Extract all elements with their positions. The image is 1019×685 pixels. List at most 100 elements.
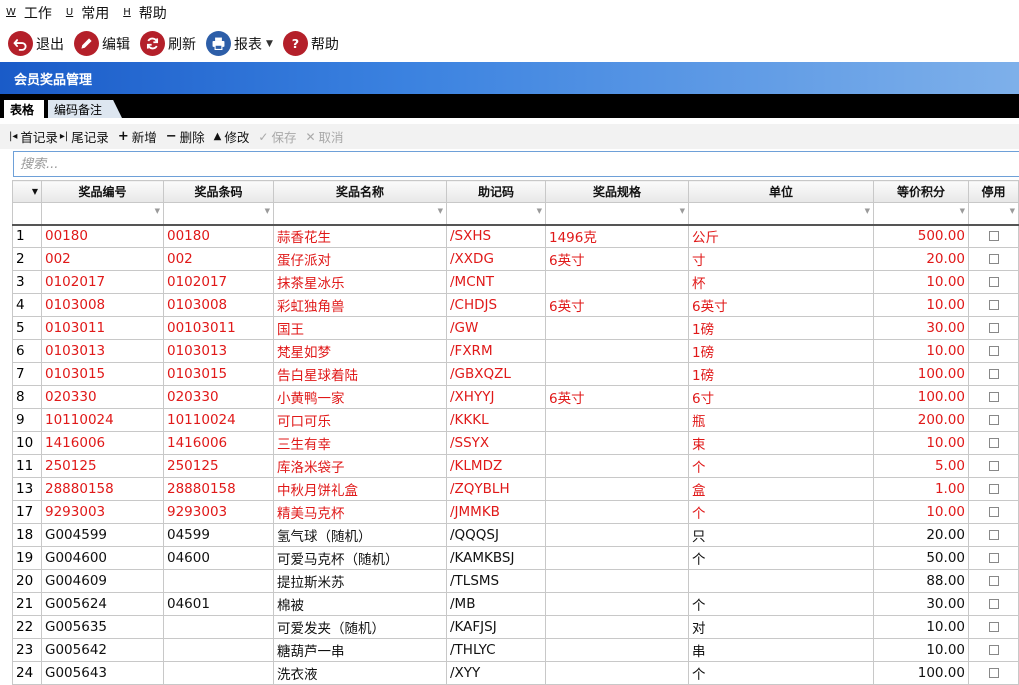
cell-mnemonic[interactable]: /XXDG: [446, 247, 546, 271]
cell-barcode[interactable]: 04600: [163, 546, 274, 570]
table-row[interactable]: 3 0102017 0102017 抹茶星冰乐/MCNT 杯 10.00: [12, 270, 1019, 294]
add-record-button[interactable]: + 新增: [118, 127, 157, 146]
cell-barcode[interactable]: 04599: [163, 523, 274, 547]
table-row[interactable]: 23 G005642 糖葫芦一串/THLYC 串 10.00: [12, 638, 1019, 662]
cell-spec[interactable]: [545, 339, 689, 363]
cell-unit[interactable]: 6寸: [688, 385, 874, 409]
cell-name[interactable]: 库洛米袋子: [273, 454, 447, 478]
cell-code[interactable]: 1416006: [41, 431, 164, 455]
filter-cell-name[interactable]: ▼: [273, 202, 447, 225]
row-number[interactable]: 10: [12, 431, 42, 455]
cell-code[interactable]: G005643: [41, 661, 164, 685]
cell-code[interactable]: 002: [41, 247, 164, 271]
disabled-checkbox[interactable]: [988, 576, 999, 586]
menu-work[interactable]: W 工作: [4, 3, 52, 23]
cell-unit[interactable]: 只: [688, 523, 874, 547]
cell-barcode[interactable]: 020330: [163, 385, 274, 409]
cell-mnemonic[interactable]: /GBXQZL: [446, 362, 546, 386]
cell-points[interactable]: 88.00: [873, 569, 969, 593]
tab-code-note[interactable]: 编码备注: [48, 100, 122, 118]
cell-code[interactable]: G005624: [41, 592, 164, 616]
table-row[interactable]: 20 G004609 提拉斯米苏/TLSMS 88.00: [12, 569, 1019, 593]
cell-barcode[interactable]: 9293003: [163, 500, 274, 524]
cell-mnemonic[interactable]: /QQQSJ: [446, 523, 546, 547]
filter-cell-points[interactable]: ▼: [873, 202, 969, 225]
cell-spec[interactable]: [545, 500, 689, 524]
delete-record-button[interactable]: − 删除: [166, 127, 205, 146]
cell-unit[interactable]: 1磅: [688, 362, 874, 386]
table-row[interactable]: 17 9293003 9293003 精美马克杯/JMMKB 个 10.00: [12, 500, 1019, 524]
cell-name[interactable]: 蒜香花生: [273, 224, 447, 248]
disabled-checkbox[interactable]: [988, 392, 999, 402]
cell-mnemonic[interactable]: /FXRM: [446, 339, 546, 363]
save-record-button[interactable]: ✓ 保存: [258, 127, 296, 146]
cell-unit[interactable]: 串: [688, 638, 874, 662]
cell-spec[interactable]: [545, 661, 689, 685]
filter-cell-code[interactable]: ▼: [41, 202, 164, 225]
cell-unit[interactable]: 瓶: [688, 408, 874, 432]
cell-points[interactable]: 10.00: [873, 638, 969, 662]
cancel-record-button[interactable]: ✕ 取消: [305, 127, 343, 146]
disabled-checkbox[interactable]: [988, 231, 999, 242]
cell-barcode[interactable]: 1416006: [163, 431, 274, 455]
table-row[interactable]: 2 002 002 蛋仔派对/XXDG 6英寸寸 20.00: [12, 247, 1019, 271]
cell-code[interactable]: G005642: [41, 638, 164, 662]
cell-barcode[interactable]: 10110024: [163, 408, 274, 432]
table-row[interactable]: 13 28880158 28880158 中秋月饼礼盒/ZQYBLH 盒 1.00: [12, 477, 1019, 501]
last-record-button[interactable]: ▸| 尾记录: [60, 127, 109, 146]
row-number[interactable]: 20: [12, 569, 42, 593]
cell-code[interactable]: 0103013: [41, 339, 164, 363]
cell-points[interactable]: 10.00: [873, 431, 969, 455]
disabled-checkbox[interactable]: [988, 622, 999, 632]
menu-help[interactable]: H 帮助: [121, 3, 167, 23]
cell-points[interactable]: 10.00: [873, 293, 969, 317]
disabled-checkbox[interactable]: [988, 415, 999, 425]
table-row[interactable]: 21 G005624 04601 棉被/MB 个 30.00: [12, 592, 1019, 616]
filter-cell-spec[interactable]: ▼: [545, 202, 689, 225]
disabled-checkbox[interactable]: [988, 645, 999, 655]
table-row[interactable]: 8 020330 020330 小黄鸭一家/XHYYJ 6英寸 6寸 100.00: [12, 385, 1019, 409]
disabled-checkbox[interactable]: [988, 369, 999, 379]
first-record-button[interactable]: |◂ 首记录: [9, 127, 58, 146]
cell-name[interactable]: 蛋仔派对: [273, 247, 447, 271]
cell-code[interactable]: 0102017: [41, 270, 164, 294]
cell-spec[interactable]: [545, 546, 689, 570]
cell-spec[interactable]: [545, 408, 689, 432]
table-row[interactable]: 7 0103015 0103015 告白星球着陆/GBXQZL 1磅 100.00: [12, 362, 1019, 386]
cell-name[interactable]: 棉被: [273, 592, 447, 616]
help-button[interactable]: ? 帮助: [282, 31, 339, 56]
cell-spec[interactable]: [545, 431, 689, 455]
cell-code[interactable]: 10110024: [41, 408, 164, 432]
cell-mnemonic[interactable]: /SSYX: [446, 431, 546, 455]
cell-name[interactable]: 彩虹独角兽: [273, 293, 447, 317]
cell-spec[interactable]: 6英寸: [545, 293, 689, 317]
column-header-spec[interactable]: 奖品规格: [545, 180, 689, 203]
cell-mnemonic[interactable]: /XYY: [446, 661, 546, 685]
cell-code[interactable]: G004609: [41, 569, 164, 593]
cell-mnemonic[interactable]: /CHDJS: [446, 293, 546, 317]
cell-unit[interactable]: [688, 569, 874, 593]
cell-barcode[interactable]: 0102017: [163, 270, 274, 294]
table-row[interactable]: 6 0103013 0103013 梵星如梦/FXRM 1磅 10.00: [12, 339, 1019, 363]
cell-unit[interactable]: 杯: [688, 270, 874, 294]
refresh-button[interactable]: 刷新: [140, 31, 196, 56]
cell-mnemonic[interactable]: /KKKL: [446, 408, 546, 432]
disabled-checkbox[interactable]: [988, 668, 999, 678]
row-number[interactable]: 6: [12, 339, 42, 363]
cell-spec[interactable]: 6英寸: [545, 247, 689, 271]
cell-code[interactable]: 0103015: [41, 362, 164, 386]
cell-unit[interactable]: 盒: [688, 477, 874, 501]
column-header-mnemonic[interactable]: 助记码: [446, 180, 546, 203]
cell-points[interactable]: 200.00: [873, 408, 969, 432]
cell-unit[interactable]: 对: [688, 615, 874, 639]
disabled-checkbox[interactable]: [988, 438, 999, 448]
table-row[interactable]: 10 1416006 1416006 三生有幸/SSYX 束 10.00: [12, 431, 1019, 455]
cell-unit[interactable]: 公斤: [688, 224, 874, 248]
row-number[interactable]: 3: [12, 270, 42, 294]
disabled-checkbox[interactable]: [988, 323, 999, 333]
row-number[interactable]: 22: [12, 615, 42, 639]
cell-points[interactable]: 5.00: [873, 454, 969, 478]
cell-code[interactable]: 00180: [41, 224, 164, 248]
table-row[interactable]: 22 G005635 可爱发夹（随机）/KAFJSJ 对 10.00: [12, 615, 1019, 639]
cell-points[interactable]: 100.00: [873, 385, 969, 409]
